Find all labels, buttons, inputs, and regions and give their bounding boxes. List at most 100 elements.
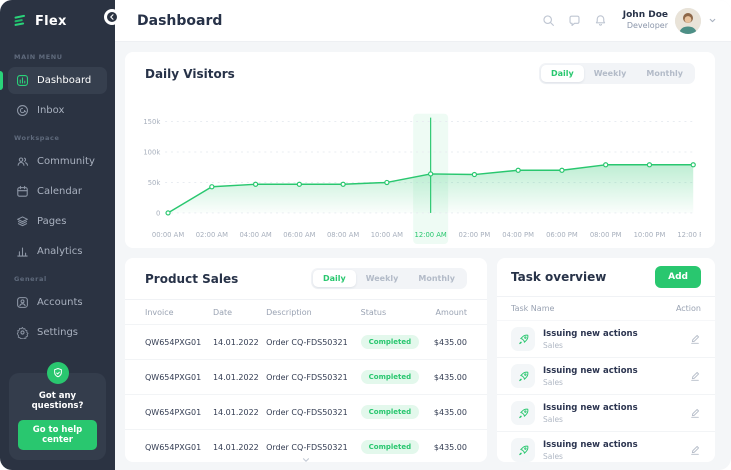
content: Daily Visitors Daily Weekly Monthly 150k… — [115, 42, 731, 470]
svg-text:08:00 AM: 08:00 AM — [327, 231, 359, 239]
table-more-chevron-icon[interactable] — [301, 450, 311, 460]
svg-text:100k: 100k — [143, 148, 160, 156]
status-badge: Completed — [361, 405, 420, 419]
rocket-icon — [511, 401, 535, 425]
svg-text:06:00 AM: 06:00 AM — [283, 231, 315, 239]
svg-text:12:00 PM: 12:00 PM — [677, 231, 701, 239]
user-name: John Doe — [623, 10, 668, 21]
sidebar-section: MAIN MENU Dashboard Inbox — [8, 53, 107, 124]
task-title: Issuing new actions — [543, 403, 681, 413]
sidebar-item-calendar[interactable]: Calendar — [8, 178, 107, 205]
product-sales-title: Product Sales — [145, 272, 238, 286]
description-cell: Order CQ-FDS50321 — [266, 373, 361, 382]
sidebar-item-dashboard[interactable]: Dashboard — [8, 67, 107, 94]
sidebar-nav: MAIN MENU Dashboard Inbox Workspace Comm… — [0, 43, 115, 373]
help-center-button[interactable]: Go to help center — [18, 420, 97, 450]
table-row[interactable]: QW654PXG01 14.01.2022 Order CQ-FDS50321 … — [125, 324, 487, 359]
sidebar-section-label: MAIN MENU — [14, 53, 101, 61]
edit-icon[interactable] — [689, 444, 701, 456]
user-menu[interactable]: John Doe Developer — [623, 8, 717, 34]
sidebar: Flex MAIN MENU Dashboard Inbox Workspace… — [0, 0, 115, 470]
invoice-cell: QW654PXG01 — [145, 338, 213, 347]
brand-name: Flex — [35, 14, 67, 29]
inbox-icon — [16, 104, 29, 117]
status-badge: Completed — [361, 335, 420, 349]
task-row[interactable]: Issuing new actions Sales — [497, 358, 715, 395]
sidebar-item-pages[interactable]: Pages — [8, 208, 107, 235]
svg-text:02:00 PM: 02:00 PM — [459, 231, 491, 239]
edit-icon[interactable] — [689, 370, 701, 382]
svg-text:08:00 PM: 08:00 PM — [590, 231, 622, 239]
sidebar-item-settings[interactable]: Settings — [8, 319, 107, 346]
daily-visitors-chart[interactable]: 150k100k50k000:00 AM02:00 AM04:00 AM06:0… — [125, 93, 715, 248]
svg-text:0: 0 — [156, 209, 160, 217]
help-card: Got any questions? Go to help center — [9, 373, 106, 460]
date-cell: 14.01.2022 — [213, 408, 266, 417]
rocket-icon — [511, 364, 535, 388]
edit-icon[interactable] — [689, 333, 701, 345]
bell-icon[interactable] — [594, 14, 607, 27]
bottom-row: Product Sales Daily Weekly Monthly Invoi… — [125, 258, 715, 462]
sidebar-section: Workspace Community Calendar Pages Analy… — [8, 134, 107, 265]
svg-text:150k: 150k — [143, 118, 160, 126]
sidebar-item-inbox[interactable]: Inbox — [8, 97, 107, 124]
chevron-down-icon[interactable] — [708, 16, 717, 25]
rocket-icon — [511, 327, 535, 351]
task-subtitle: Sales — [543, 378, 681, 387]
shield-icon — [47, 362, 69, 384]
amount-cell: $435.00 — [420, 408, 467, 417]
sidebar-item-label: Analytics — [37, 246, 82, 257]
sidebar-item-label: Settings — [37, 327, 78, 338]
sidebar-item-label: Community — [37, 156, 95, 167]
task-row[interactable]: Issuing new actions Sales — [497, 432, 715, 468]
sidebar-collapse-button[interactable] — [104, 9, 120, 25]
task-row[interactable]: Issuing new actions Sales — [497, 395, 715, 432]
svg-text:50k: 50k — [148, 179, 161, 187]
avatar[interactable] — [675, 8, 701, 34]
column-header-date: Date — [213, 308, 266, 317]
task-title: Issuing new actions — [543, 329, 681, 339]
table-row[interactable]: QW654PXG01 14.01.2022 Order CQ-FDS50321 … — [125, 394, 487, 429]
pages-icon — [16, 215, 29, 228]
table-row[interactable]: QW654PXG01 14.01.2022 Order CQ-FDS50321 … — [125, 359, 487, 394]
description-cell: Order CQ-FDS50321 — [266, 408, 361, 417]
dashboard-icon — [16, 74, 29, 87]
date-cell: 14.01.2022 — [213, 373, 266, 382]
sidebar-section-label: Workspace — [14, 134, 101, 142]
description-cell: Order CQ-FDS50321 — [266, 443, 361, 452]
brand-logo[interactable]: Flex — [0, 0, 115, 43]
search-icon[interactable] — [542, 14, 555, 27]
column-header-description: Description — [266, 308, 361, 317]
svg-text:04:00 AM: 04:00 AM — [239, 231, 271, 239]
tab-monthly[interactable]: Monthly — [408, 270, 465, 287]
calendar-icon — [16, 185, 29, 198]
column-header-status: Status — [361, 308, 420, 317]
daily-visitors-card: Daily Visitors Daily Weekly Monthly 150k… — [125, 52, 715, 248]
tab-weekly[interactable]: Weekly — [584, 65, 637, 82]
main-area: Dashboard John Doe Developer — [115, 0, 731, 470]
edit-icon[interactable] — [689, 407, 701, 419]
tab-daily[interactable]: Daily — [541, 65, 584, 82]
task-subtitle: Sales — [543, 452, 681, 461]
visitors-period-tabs: Daily Weekly Monthly — [539, 63, 695, 84]
sales-table-header: InvoiceDateDescriptionStatusAmount — [125, 300, 487, 324]
app-window: Flex MAIN MENU Dashboard Inbox Workspace… — [0, 0, 731, 470]
task-row[interactable]: Issuing new actions Sales — [497, 321, 715, 358]
sidebar-item-analytics[interactable]: Analytics — [8, 238, 107, 265]
sidebar-item-community[interactable]: Community — [8, 148, 107, 175]
sidebar-item-label: Accounts — [37, 297, 83, 308]
task-action-column-label: Action — [676, 304, 701, 313]
user-meta: John Doe Developer — [623, 10, 668, 31]
column-header-amount: Amount — [420, 308, 467, 317]
task-overview-title: Task overview — [511, 270, 606, 284]
svg-text:00:00 AM: 00:00 AM — [152, 231, 184, 239]
tab-daily[interactable]: Daily — [313, 270, 356, 287]
chat-icon[interactable] — [568, 14, 581, 27]
tab-weekly[interactable]: Weekly — [356, 270, 409, 287]
invoice-cell: QW654PXG01 — [145, 443, 213, 452]
add-task-button[interactable]: Add — [655, 266, 701, 288]
status-badge: Completed — [361, 440, 420, 454]
sidebar-item-accounts[interactable]: Accounts — [8, 289, 107, 316]
task-subtitle: Sales — [543, 341, 681, 350]
tab-monthly[interactable]: Monthly — [636, 65, 693, 82]
